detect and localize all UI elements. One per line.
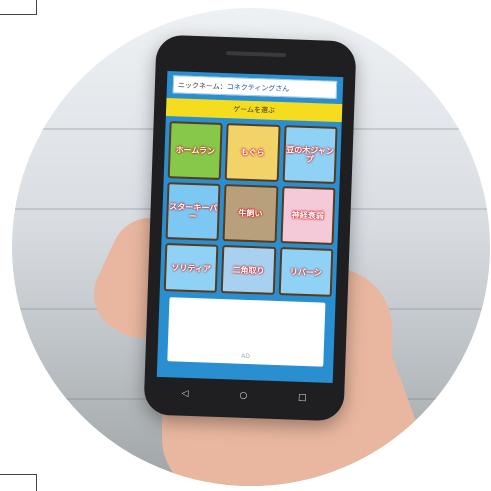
- ad-label: AD: [241, 352, 250, 361]
- crop-mark-top: [0, 0, 37, 15]
- smartphone: ニックネーム：コネクティングさん ゲームを選ぶ ホームラン もぐら 豆の木ジャン…: [143, 34, 357, 422]
- game-grid: ホームラン もぐら 豆の木ジャンプ スターキーパー 牛飼い 神経衰弱 ソリティア…: [163, 121, 338, 297]
- game-tile[interactable]: 二角取り: [221, 245, 277, 295]
- game-tile[interactable]: 牛飼い: [222, 184, 279, 243]
- game-tile[interactable]: ソリティア: [163, 243, 219, 293]
- android-nav-bar: ◁ ○ □: [156, 381, 333, 411]
- home-icon[interactable]: ○: [239, 391, 247, 401]
- phone-screen: ニックネーム：コネクティングさん ゲームを選ぶ ホームラン もぐら 豆の木ジャン…: [156, 71, 344, 383]
- recent-apps-icon[interactable]: □: [298, 393, 307, 403]
- game-tile[interactable]: リバーシ: [278, 247, 334, 297]
- section-title: ゲームを選ぶ: [165, 98, 343, 123]
- game-tile[interactable]: もぐら: [224, 123, 281, 182]
- crop-mark-bottom: [0, 474, 37, 491]
- ad-banner[interactable]: AD: [167, 297, 326, 367]
- nickname-label: ニックネーム：: [177, 81, 227, 92]
- nickname-field[interactable]: ニックネーム：コネクティングさん: [172, 75, 338, 99]
- nickname-value: コネクティングさん: [226, 83, 290, 94]
- speaker-grille: [226, 51, 287, 58]
- back-icon[interactable]: ◁: [181, 389, 188, 399]
- game-tile[interactable]: 豆の木ジャンプ: [282, 125, 338, 184]
- game-tile[interactable]: ホームラン: [167, 121, 223, 180]
- game-tile[interactable]: スターキーパー: [165, 182, 221, 241]
- game-tile[interactable]: 神経衰弱: [280, 186, 336, 245]
